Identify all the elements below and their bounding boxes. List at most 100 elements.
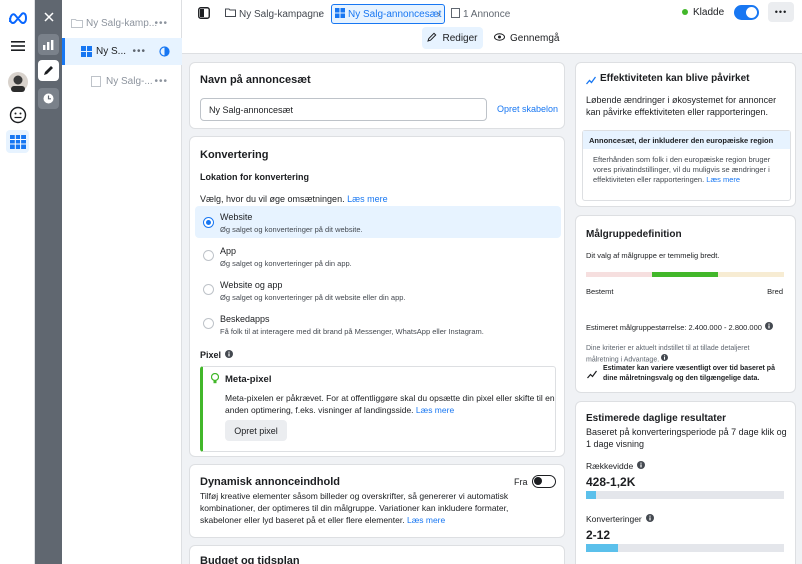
- option-messaging-apps[interactable]: Beskedapps Få folk til at interagere med …: [195, 312, 561, 342]
- more-icon[interactable]: •••: [132, 46, 146, 57]
- grid-icon: [81, 46, 92, 60]
- conversions-bar: [586, 544, 784, 552]
- more-icon[interactable]: •••: [154, 18, 168, 29]
- meta-pixel-title: Meta-pixel: [225, 374, 272, 385]
- learn-more-link[interactable]: Læs mere: [347, 194, 388, 204]
- table-grid-icon[interactable]: [6, 130, 29, 153]
- learn-more-link[interactable]: Læs mere: [706, 175, 740, 184]
- close-icon[interactable]: [38, 6, 59, 27]
- meta-pixel-text: Meta-pixelen er påkrævet. For at offentl…: [225, 392, 555, 416]
- radio-app[interactable]: [203, 250, 214, 261]
- breadcrumb-ad[interactable]: 1 Annonce: [451, 5, 510, 23]
- more-options-button[interactable]: •••: [768, 2, 794, 22]
- folder-icon: [225, 8, 236, 20]
- radio-website[interactable]: [203, 217, 214, 228]
- option-app[interactable]: App Øg salget og konverteringer på din ap…: [195, 244, 561, 274]
- tab-edit[interactable]: Rediger: [422, 27, 483, 49]
- chevron-right-icon: ›: [318, 8, 322, 20]
- adset-name-card: Navn på annoncesæt Ny Salg-annoncesæt Op…: [189, 62, 565, 129]
- info-icon[interactable]: [225, 350, 234, 360]
- breadcrumb-campaign-label: Ny Salg-kampagne: [239, 8, 325, 20]
- dynamic-content-toggle[interactable]: [532, 475, 556, 488]
- audience-estimate-text: Estimeret målgruppestørrelse: 2.400.000 …: [586, 322, 762, 332]
- conversion-card: Konvertering Lokation for konvertering V…: [189, 136, 565, 457]
- eye-icon: [494, 32, 505, 44]
- option-website[interactable]: Website Øg salget og konverteringer på di…: [195, 206, 561, 238]
- option-title: Website: [220, 212, 253, 222]
- option-desc: Få folk til at interagere med dit brand …: [220, 327, 484, 336]
- global-nav-rail: [0, 0, 35, 564]
- ad-page-icon: [451, 7, 460, 21]
- conversion-location-title: Lokation for konvertering: [200, 172, 310, 182]
- dynamic-toggle-label: Fra: [514, 477, 528, 487]
- top-bar: Ny Salg-kampagne › Ny Salg-annoncesæt › …: [182, 0, 802, 54]
- europe-notice-text: Efterhånden som folk i den europæiske re…: [593, 155, 783, 185]
- trend-icon: [586, 74, 597, 88]
- option-desc: Øg salget og konverteringer på dit websi…: [220, 225, 363, 234]
- option-desc: Øg salget og konverteringer på din app.: [220, 259, 352, 268]
- breadcrumb-adset[interactable]: Ny Salg-annoncesæt: [331, 4, 446, 24]
- publish-toggle[interactable]: [734, 5, 759, 20]
- create-template-link[interactable]: Opret skabelon: [497, 104, 558, 114]
- pixel-label: Pixel: [200, 350, 234, 360]
- tree-campaign-label: Ny Salg-kamp...: [86, 18, 158, 29]
- conversions-value: 2-12: [586, 528, 611, 542]
- radio-website-and-app[interactable]: [203, 284, 214, 295]
- audience-estimate: Estimeret målgruppestørrelse: 2.400.000 …: [586, 322, 773, 332]
- option-desc: Øg salget og konverteringer på dit websi…: [220, 293, 406, 302]
- learn-more-link[interactable]: Læs mere: [407, 515, 445, 525]
- option-title: Website og app: [220, 280, 283, 290]
- dynamic-content-title: Dynamisk annonceindhold: [200, 476, 340, 488]
- bar-chart-icon[interactable]: [38, 34, 59, 55]
- status-badge: Kladde: [693, 7, 725, 18]
- clock-icon[interactable]: [38, 88, 59, 109]
- sidebar-toggle-icon[interactable]: [194, 4, 214, 22]
- daily-results-title: Estimerede daglige resultater: [586, 413, 727, 424]
- tree-item-ad[interactable]: Ny Salg-... •••: [62, 68, 182, 95]
- conversions-label: Konverteringer: [586, 514, 654, 524]
- daily-results-card: Estimerede daglige resultater Baseret på…: [575, 401, 796, 564]
- tree-adset-label: Ny S...: [96, 46, 127, 57]
- daily-results-subtitle: Baseret på konverteringsperiode på 7 dag…: [586, 427, 787, 449]
- trend-icon: [587, 368, 597, 382]
- efficiency-title: Effektiviteten kan blive påvirket: [600, 73, 750, 84]
- breadcrumb-adset-label: Ny Salg-annoncesæt: [348, 8, 442, 20]
- audience-note: Estimater kan variere væsentligt over ti…: [603, 365, 775, 382]
- more-icon[interactable]: •••: [154, 76, 168, 87]
- adset-name-title: Navn på annoncesæt: [200, 74, 311, 86]
- pencil-icon[interactable]: [38, 60, 59, 81]
- budget-title: Budget og tidsplan: [200, 555, 300, 564]
- audience-card: Målgruppedefinition Dit valg af målgrupp…: [575, 215, 796, 393]
- half-circle-status-icon: [159, 46, 170, 60]
- breadcrumb-campaign[interactable]: Ny Salg-kampagne: [225, 5, 324, 23]
- tree-ad-label: Ny Salg-...: [106, 76, 153, 87]
- chevron-right-icon: ›: [437, 8, 441, 20]
- info-icon[interactable]: [645, 514, 654, 524]
- create-pixel-button[interactable]: Opret pixel: [225, 420, 287, 441]
- tree-item-adset[interactable]: Ny S... •••: [62, 38, 182, 65]
- meta-pixel-notice: Meta-pixel Meta-pixelen er påkrævet. For…: [200, 366, 556, 452]
- structure-tree: Ny Salg-kamp... ••• Ny S... ••• Ny Salg-…: [62, 0, 182, 564]
- info-icon[interactable]: [637, 461, 646, 471]
- editor-tools-column: [35, 0, 62, 564]
- tab-review[interactable]: Gennemgå: [494, 27, 559, 49]
- efficiency-text: Løbende ændringer i økosystemet for anno…: [586, 95, 777, 117]
- meta-logo-icon[interactable]: [6, 6, 29, 29]
- conversion-title: Konvertering: [200, 149, 269, 161]
- option-website-and-app[interactable]: Website og app Øg salget og konverteringe…: [195, 278, 561, 308]
- menu-icon[interactable]: [6, 34, 29, 57]
- option-title: App: [220, 246, 237, 256]
- learn-more-link[interactable]: Læs mere: [416, 405, 454, 415]
- lightbulb-icon: [210, 372, 220, 387]
- audience-specific-label: Bestemt: [586, 287, 614, 296]
- audience-subtitle: Dit valg af målgruppe er temmelig bredt.: [586, 251, 720, 260]
- pencil-icon: [427, 32, 437, 45]
- emoji-face-icon[interactable]: [6, 103, 29, 126]
- adset-name-input[interactable]: Ny Salg-annoncesæt: [200, 98, 487, 121]
- info-icon[interactable]: [764, 322, 773, 332]
- tree-item-campaign[interactable]: Ny Salg-kamp... •••: [62, 10, 182, 37]
- avatar[interactable]: [6, 70, 29, 93]
- reach-bar: [586, 491, 784, 499]
- radio-messaging-apps[interactable]: [203, 318, 214, 329]
- status-dot: [682, 9, 688, 15]
